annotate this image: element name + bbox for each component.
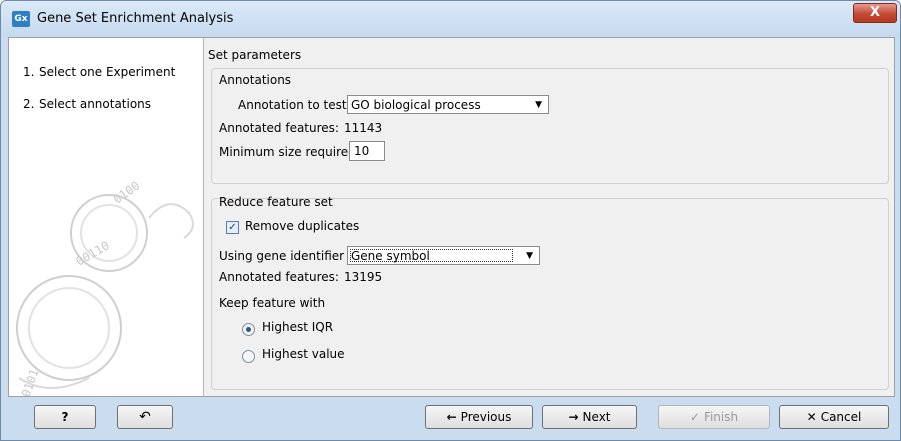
annotated-features-label: Annotated features: [219, 270, 339, 284]
annotated-features-label: Annotated features: [219, 121, 339, 135]
app-icon: Gx [12, 11, 30, 27]
chevron-down-icon: ▼ [526, 251, 533, 261]
arrow-left-icon: ← [446, 410, 457, 424]
highest-iqr-label[interactable]: Highest IQR [262, 320, 333, 334]
minimum-size-label: Minimum size required [219, 145, 356, 159]
window-title: Gene Set Enrichment Analysis [37, 11, 234, 26]
close-icon: ✕ [806, 410, 817, 424]
step-select-annotations: 2. Select annotations [23, 97, 152, 111]
annotations-group: Annotations Annotation to test GO biolog… [211, 68, 889, 184]
gene-identifier-label: Using gene identifier [219, 249, 345, 263]
previous-button[interactable]: ← Previous [425, 405, 533, 429]
gene-identifier-select[interactable]: Gene symbol ▼ [347, 246, 540, 265]
annotated-features-value: 11143 [344, 121, 383, 135]
minimum-size-input[interactable]: 10 [349, 141, 385, 161]
keep-feature-label: Keep feature with [219, 296, 326, 310]
highest-value-radio[interactable] [242, 350, 255, 363]
highest-iqr-radio[interactable] [242, 323, 255, 336]
step-label: Select one Experiment [39, 65, 176, 79]
dialog-window: Gx Gene Set Enrichment Analysis X 1. Sele… [0, 0, 901, 441]
reset-icon: ↶ [139, 409, 151, 425]
arrow-right-icon: → [568, 410, 579, 424]
step-select-experiment: 1. Select one Experiment [23, 65, 176, 79]
reset-button[interactable]: ↶ [117, 405, 173, 429]
close-button[interactable]: X [853, 3, 897, 23]
wizard-steps: 1. Select one Experiment 2. Select annotat… [9, 38, 204, 396]
decorative-swirl-logo: 0100 00110 0101 [16, 178, 194, 396]
annotations-legend: Annotations [219, 73, 292, 87]
remove-duplicates-label[interactable]: Remove duplicates [245, 219, 359, 233]
svg-text:00110: 00110 [74, 238, 112, 268]
next-button[interactable]: → Next [542, 405, 637, 429]
reduce-feature-set-legend: Reduce feature set [219, 195, 333, 209]
annotation-to-test-label: Annotation to test [238, 98, 347, 112]
svg-text:0101: 0101 [19, 367, 42, 396]
reduce-feature-set-group: Reduce feature set ✓ Remove duplicates U… [211, 195, 889, 390]
annotation-to-test-select[interactable]: GO biological process ▼ [347, 95, 549, 114]
highest-value-label[interactable]: Highest value [262, 347, 345, 361]
annotated-features-value: 13195 [344, 270, 383, 284]
svg-text:0100: 0100 [111, 178, 143, 206]
help-button[interactable]: ? [34, 405, 96, 429]
remove-duplicates-checkbox[interactable]: ✓ [226, 221, 239, 234]
checkmark-icon: ✓ [689, 410, 700, 424]
finish-button: ✓ Finish [658, 405, 770, 429]
chevron-down-icon: ▼ [535, 100, 542, 110]
panel-title: Set parameters [208, 48, 302, 62]
title-bar: Gx Gene Set Enrichment Analysis X [1, 1, 900, 37]
dialog-content: 1. Select one Experiment 2. Select annotat… [8, 37, 895, 397]
cancel-button[interactable]: ✕ Cancel [779, 405, 889, 429]
step-label: Select annotations [39, 97, 152, 111]
